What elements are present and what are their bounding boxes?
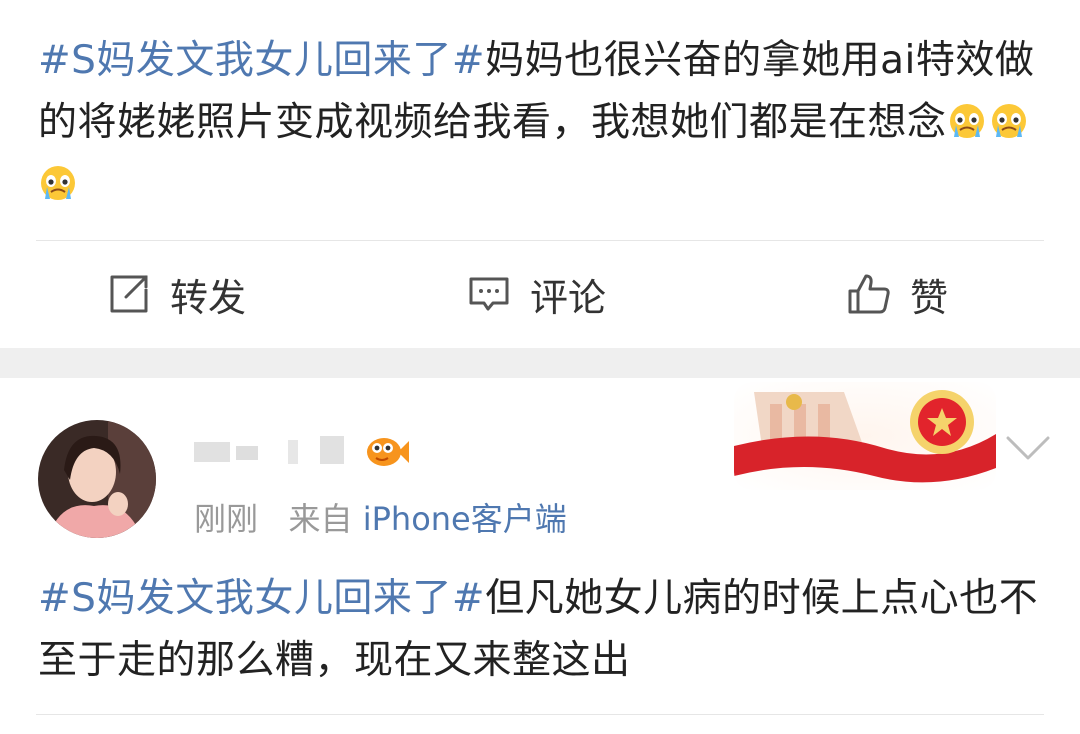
post-meta: 刚刚 来自 iPhone客户端 — [194, 494, 567, 540]
feed-separator — [0, 348, 1080, 378]
divider — [36, 714, 1044, 715]
post-text: #S妈发文我女儿回来了#但凡她女儿病的时候上点心也不至于走的那么糟，现在又来整这… — [38, 568, 1044, 692]
source-prefix: 来自 — [288, 500, 353, 538]
divider — [36, 240, 1044, 241]
thumbs-up-icon — [848, 274, 890, 314]
crying-face-icon — [949, 104, 984, 138]
post-text: #S妈发文我女儿回来了#妈妈也很兴奋的拿她用ai特效做的将姥姥照片变成视频给我看… — [38, 30, 1044, 216]
repost-icon — [110, 275, 148, 313]
comment-icon — [469, 277, 509, 311]
crying-face-icon — [991, 104, 1026, 138]
like-button[interactable]: 赞 — [846, 262, 948, 326]
source-link[interactable]: iPhone客户端 — [363, 500, 567, 538]
action-bar: 转发 评论 赞 — [0, 262, 1080, 326]
repost-button[interactable]: 转发 — [106, 262, 246, 326]
repost-label: 转发 — [170, 275, 247, 320]
crying-face-icon — [41, 166, 75, 200]
username-blurred[interactable] — [192, 426, 362, 472]
like-label: 赞 — [910, 275, 949, 320]
post-card-2: 刚刚 来自 iPhone客户端 #S妈发文我女儿回来了#但凡她女儿病的时候上点心… — [0, 378, 1080, 734]
comment-label: 评论 — [530, 275, 607, 320]
timestamp: 刚刚 — [194, 500, 259, 538]
topic-link[interactable]: #S妈发文我女儿回来了# — [38, 576, 485, 621]
decoration-banner — [734, 382, 996, 490]
avatar[interactable] — [38, 420, 156, 538]
fish-badge-icon[interactable] — [362, 426, 410, 474]
chevron-down-icon[interactable] — [1004, 430, 1052, 464]
comment-button[interactable]: 评论 — [466, 262, 606, 326]
post-card-1: #S妈发文我女儿回来了#妈妈也很兴奋的拿她用ai特效做的将姥姥照片变成视频给我看… — [0, 0, 1080, 348]
topic-link[interactable]: #S妈发文我女儿回来了# — [38, 38, 485, 83]
